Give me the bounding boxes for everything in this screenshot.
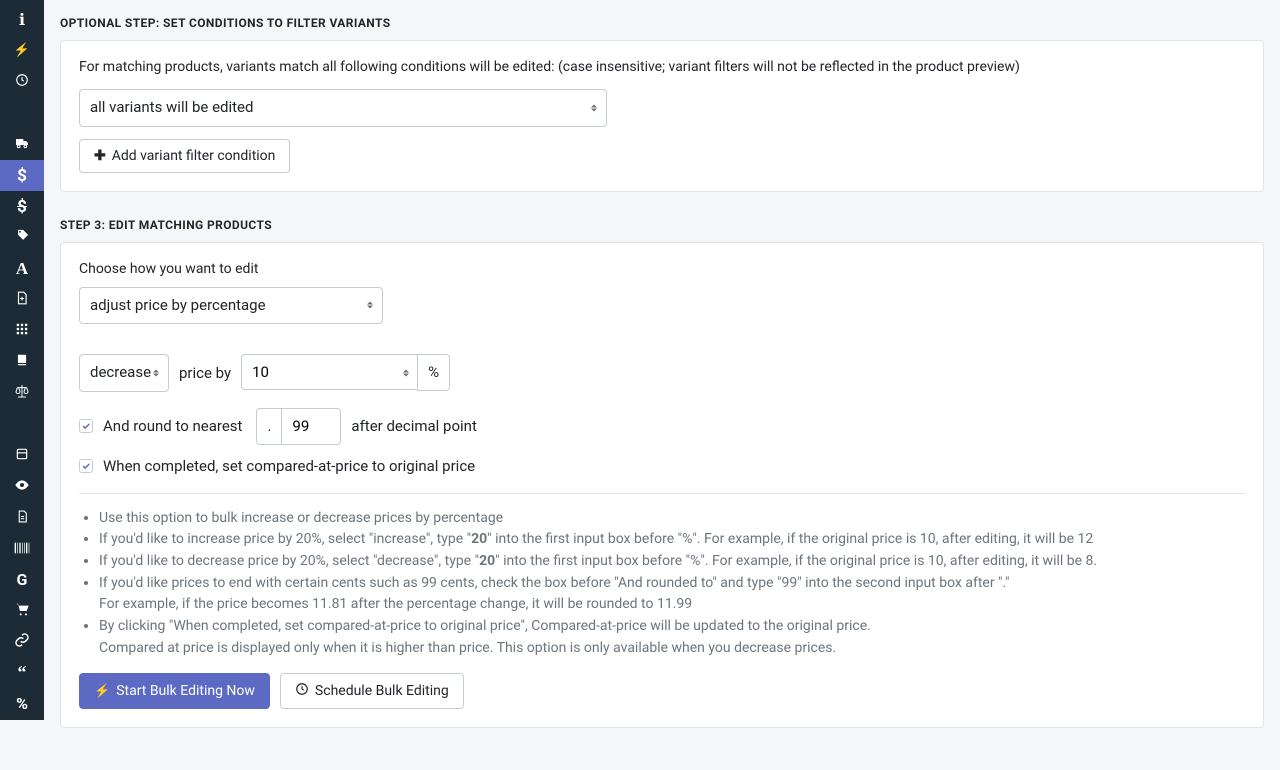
round-checkbox[interactable] [79, 419, 93, 433]
font-icon: A [16, 259, 28, 279]
price-by-label: price by [179, 364, 231, 382]
tag-icon [15, 228, 30, 247]
nav-dollar-strike[interactable]: $ [0, 191, 44, 222]
add-variant-filter-button[interactable]: ✚ Add variant filter condition [79, 139, 290, 173]
nav-truck[interactable] [0, 129, 44, 160]
edit-method-select[interactable]: adjust price by percentage [79, 287, 383, 325]
eye-icon [14, 477, 30, 497]
truck-icon [14, 135, 30, 155]
start-bulk-editing-button[interactable]: ⚡ Start Bulk Editing Now [79, 673, 270, 709]
nav-book[interactable] [0, 346, 44, 377]
optional-step-heading: OPTIONAL STEP: SET CONDITIONS TO FILTER … [60, 16, 1264, 30]
nav-clock[interactable] [0, 66, 44, 97]
nav-barcode[interactable] [0, 533, 44, 564]
round-label: And round to nearest [103, 417, 242, 435]
clock-outline-icon [15, 72, 29, 91]
scale-icon [14, 383, 30, 403]
barcode-icon [14, 539, 30, 558]
direction-select[interactable]: decrease [79, 354, 169, 392]
nav-quote[interactable]: “ [0, 657, 44, 688]
strikethrough-dollar-icon: $ [17, 197, 27, 217]
hint-item: By clicking "When completed, set compare… [99, 616, 1245, 659]
edit-products-card: Choose how you want to edit adjust price… [60, 242, 1264, 729]
choose-label: Choose how you want to edit [79, 261, 1245, 277]
grid-icon [15, 321, 29, 340]
nav-font[interactable]: A [0, 253, 44, 284]
info-icon: ℹ [19, 10, 25, 29]
file-icon [16, 508, 29, 527]
step3-heading: STEP 3: EDIT MATCHING PRODUCTS [60, 218, 1264, 232]
cart-icon [14, 601, 30, 621]
nav-grid[interactable] [0, 315, 44, 346]
bolt-icon: ⚡ [94, 684, 110, 699]
nav-info[interactable]: ℹ [0, 4, 44, 35]
schedule-bulk-editing-button[interactable]: Schedule Bulk Editing [280, 673, 464, 709]
main-content: OPTIONAL STEP: SET CONDITIONS TO FILTER … [44, 0, 1280, 770]
percentage-input[interactable] [241, 354, 417, 390]
hint-item: Use this option to bulk increase or decr… [99, 508, 1245, 530]
nav-dollar[interactable]: $ [0, 160, 44, 191]
book-icon [15, 352, 29, 371]
nav-package[interactable] [0, 440, 44, 471]
sidebar: ℹ ⚡ $ $ A G “ % [0, 0, 44, 720]
after-decimal-label: after decimal point [351, 417, 476, 435]
clock-icon [295, 682, 309, 700]
add-variant-filter-label: Add variant filter condition [112, 148, 276, 164]
variant-helper-text: For matching products, variants match al… [79, 59, 1245, 75]
compare-at-checkbox[interactable] [79, 459, 93, 473]
bolt-icon: ⚡ [14, 43, 30, 58]
nav-tag[interactable] [0, 222, 44, 253]
nav-eye[interactable] [0, 471, 44, 502]
variant-filter-select[interactable]: all variants will be edited [79, 89, 607, 127]
nav-file-plus[interactable] [0, 284, 44, 315]
nav-link[interactable] [0, 626, 44, 657]
schedule-bulk-editing-label: Schedule Bulk Editing [315, 683, 449, 699]
nav-google[interactable]: G [0, 564, 44, 595]
nav-cart[interactable] [0, 595, 44, 626]
nav-bolt[interactable]: ⚡ [0, 35, 44, 66]
hints-list: Use this option to bulk increase or decr… [79, 508, 1245, 660]
nav-scale[interactable] [0, 377, 44, 408]
percent-icon: % [16, 694, 28, 713]
file-plus-icon [15, 290, 29, 309]
cents-input[interactable] [281, 408, 341, 445]
decimal-separator-addon: . [256, 408, 281, 445]
dollar-icon: $ [17, 166, 27, 186]
compare-at-label: When completed, set compared-at-price to… [103, 457, 475, 475]
start-bulk-editing-label: Start Bulk Editing Now [116, 683, 255, 699]
nav-percent[interactable]: % [0, 688, 44, 719]
google-icon: G [17, 570, 28, 589]
package-icon [15, 446, 29, 465]
nav-file[interactable] [0, 502, 44, 533]
hint-item: If you'd like to increase price by 20%, … [99, 529, 1245, 551]
hint-item: If you'd like to decrease price by 20%, … [99, 551, 1245, 573]
plus-icon: ✚ [94, 148, 106, 164]
divider [79, 493, 1245, 494]
percent-addon: % [417, 354, 450, 391]
link-icon [14, 632, 30, 652]
quote-icon: “ [18, 668, 27, 677]
hint-item: If you'd like prices to end with certain… [99, 573, 1245, 616]
variant-filter-card: For matching products, variants match al… [60, 40, 1264, 192]
